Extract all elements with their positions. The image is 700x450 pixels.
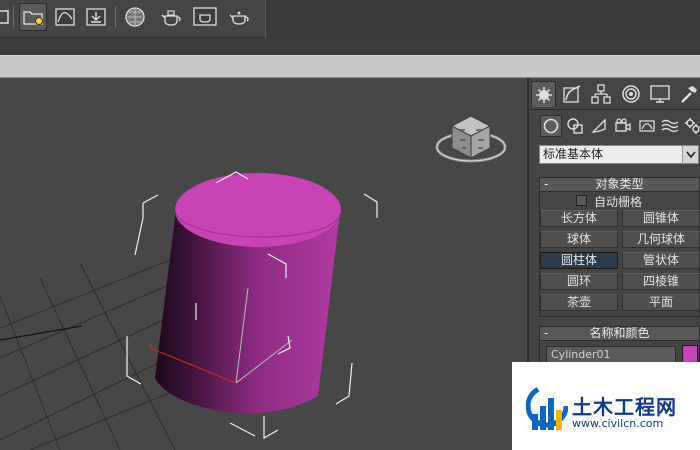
autogrid-label: 自动栅格 — [594, 195, 643, 209]
utilities-tab-icon[interactable] — [676, 81, 700, 107]
cylinder-object[interactable]: x — [148, 173, 342, 414]
svg-text:x: x — [148, 341, 154, 351]
cone-button[interactable]: 圆锥体 — [622, 210, 700, 227]
watermark-title: 土木工程网 — [572, 395, 677, 419]
command-panel-tabs — [529, 78, 700, 110]
render-frame-icon[interactable] — [0, 3, 14, 31]
helpers-icon[interactable] — [636, 115, 658, 137]
systems-icon[interactable] — [682, 115, 700, 137]
chevron-down-icon[interactable] — [682, 146, 698, 163]
name-color-rollout-header[interactable]: - 名称和颜色 — [539, 326, 700, 341]
rollout-title: 名称和颜色 — [589, 326, 650, 340]
teapot-active-icon[interactable] — [191, 3, 219, 31]
torus-button[interactable]: 圆环 — [540, 273, 618, 290]
shapes-icon[interactable] — [564, 115, 586, 137]
lights-icon[interactable] — [588, 115, 610, 137]
box-button[interactable]: 长方体 — [540, 210, 618, 227]
object-categories — [529, 113, 700, 141]
object-name-field[interactable]: Cylinder01 — [546, 346, 676, 363]
object-type-buttons: 长方体 圆锥体 球体 几何球体 圆柱体 管状体 圆环 四棱锥 茶壶 平面 — [540, 210, 700, 316]
teapot-render-icon[interactable] — [157, 3, 185, 31]
create-tab-icon[interactable] — [531, 81, 556, 107]
rollout-title: 对象类型 — [595, 177, 644, 191]
dropdown-value: 标准基本体 — [543, 147, 604, 161]
collapse-icon[interactable]: - — [544, 178, 548, 191]
primitive-type-dropdown[interactable]: 标准基本体 — [539, 145, 699, 164]
geometry-icon[interactable] — [540, 115, 562, 137]
curve-editor-icon[interactable] — [51, 3, 79, 31]
rendered-frame-window-icon[interactable] — [82, 3, 110, 31]
teapot-iterative-icon[interactable] — [225, 3, 253, 31]
toolbar-strip — [0, 38, 700, 55]
main-toolbar — [0, 0, 700, 38]
viewcube[interactable] — [435, 115, 507, 163]
object-type-rollout: - 对象类型 自动栅格 长方体 圆锥体 球体 几何球体 圆柱体 管状体 圆环 四… — [539, 177, 700, 317]
space-warps-icon[interactable] — [659, 115, 681, 137]
autogrid-checkbox[interactable] — [576, 195, 587, 206]
cylinder-button[interactable]: 圆柱体 — [540, 252, 618, 269]
watermark-logo — [526, 384, 568, 430]
material-editor-icon[interactable] — [121, 3, 149, 31]
ribbon-bar — [0, 55, 700, 78]
modify-tab-icon[interactable] — [559, 81, 584, 107]
watermark: 土木工程网 www.civilcn.com — [512, 362, 700, 450]
render-setup-icon[interactable] — [19, 3, 47, 31]
motion-tab-icon[interactable] — [618, 81, 643, 107]
collapse-icon[interactable]: - — [544, 327, 548, 340]
object-type-rollout-header[interactable]: - 对象类型 — [539, 177, 700, 192]
watermark-url: www.civilcn.com — [572, 417, 664, 430]
geosphere-button[interactable]: 几何球体 — [622, 231, 700, 248]
plane-button[interactable]: 平面 — [622, 294, 700, 311]
cameras-icon[interactable] — [612, 115, 634, 137]
tube-button[interactable]: 管状体 — [622, 252, 700, 269]
sphere-button[interactable]: 球体 — [540, 231, 618, 248]
perspective-viewport[interactable]: x — [0, 78, 527, 450]
pyramid-button[interactable]: 四棱锥 — [622, 273, 700, 290]
object-color-swatch[interactable] — [682, 345, 698, 363]
teapot-button[interactable]: 茶壶 — [540, 294, 618, 311]
cylinder-top-cap — [175, 173, 341, 247]
autogrid-row: 自动栅格 — [540, 192, 699, 210]
display-tab-icon[interactable] — [647, 81, 672, 107]
hierarchy-tab-icon[interactable] — [588, 81, 613, 107]
